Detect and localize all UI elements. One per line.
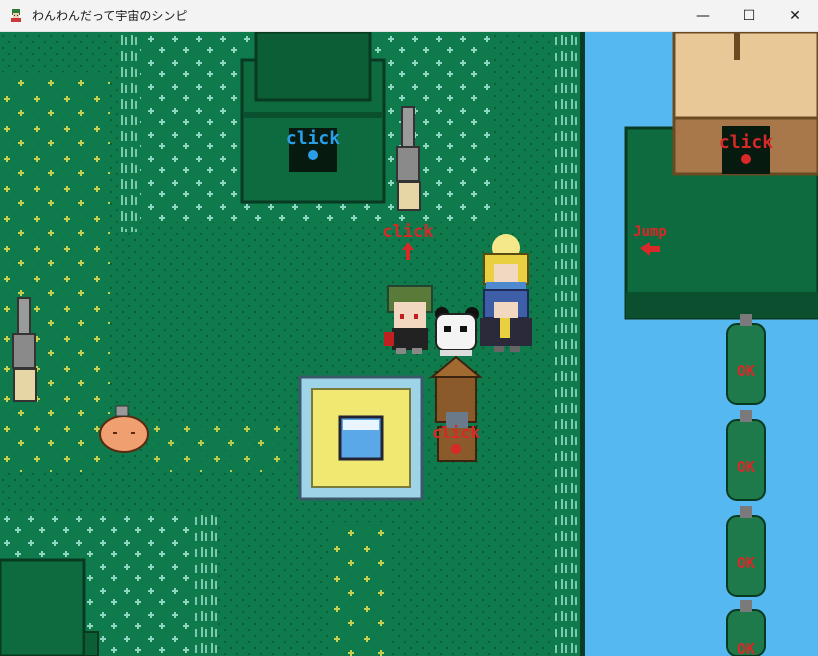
grass-edge-right (555, 32, 580, 656)
close-button[interactable]: ✕ (772, 0, 818, 31)
game-viewport[interactable]: click click click click Jump OK OK OK OK (0, 32, 818, 656)
game-map[interactable]: click click click click Jump OK OK OK OK (0, 32, 818, 656)
click-prompt-house[interactable]: click (719, 132, 773, 153)
gas-tank-label: OK (737, 458, 755, 476)
maximize-button[interactable]: ☐ (726, 0, 772, 31)
gas-tank-1[interactable] (726, 314, 766, 405)
door-marker-icon (308, 150, 318, 160)
app-character-icon (11, 9, 21, 22)
green-building-top[interactable] (240, 32, 386, 204)
grass-edge-bottom (195, 512, 217, 656)
minimize-icon: — (696, 7, 710, 24)
blue-haired-character[interactable] (480, 289, 532, 352)
green-building-bottom-left[interactable] (0, 558, 99, 656)
minimize-button[interactable]: — (680, 0, 726, 31)
yellow-flowers-bottom (330, 522, 390, 656)
gas-tank-label: OK (737, 554, 755, 572)
window-title: わんわんだって宇宙のシンピ (32, 9, 188, 23)
gas-tank-label: OK (737, 640, 755, 656)
gas-tank-label: OK (737, 362, 755, 380)
maximize-icon: ☐ (742, 7, 756, 24)
pool-pad[interactable] (298, 375, 424, 501)
yellow-flowers-mid (150, 422, 280, 472)
title-bar: わんわんだって宇宙のシンピ — ☐ ✕ (0, 0, 818, 32)
click-prompt-top-building[interactable]: click (286, 128, 340, 149)
close-icon: ✕ (789, 7, 801, 24)
house-door-marker-icon (741, 154, 751, 164)
grass-edge-left (118, 32, 138, 232)
game-window: わんわんだって宇宙のシンピ — ☐ ✕ click click click cl… (0, 0, 818, 656)
shoreline (580, 32, 585, 656)
well-marker-icon (451, 444, 461, 454)
jump-prompt[interactable]: Jump (633, 224, 667, 240)
click-prompt-well[interactable]: click (432, 423, 481, 442)
panda-character[interactable] (435, 307, 479, 356)
gas-tank-3[interactable] (726, 506, 766, 597)
yellow-flowers-left (0, 72, 110, 472)
click-prompt-path[interactable]: click (382, 222, 433, 242)
gas-tank-2[interactable] (726, 410, 766, 501)
